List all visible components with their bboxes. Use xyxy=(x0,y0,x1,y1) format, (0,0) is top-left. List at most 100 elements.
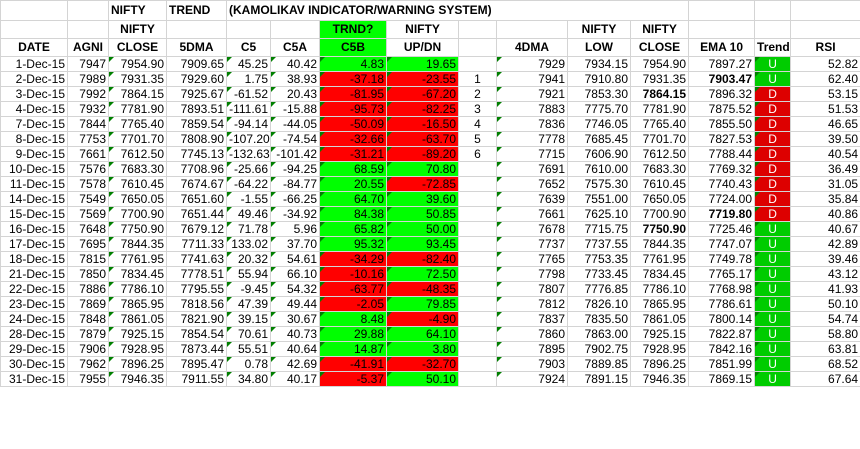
cell-count[interactable] xyxy=(458,311,497,327)
cell-updn[interactable]: 50.00 xyxy=(386,221,459,237)
cell-5dma[interactable]: 7795.55 xyxy=(166,281,227,297)
cell-agni[interactable]: 7989 xyxy=(67,71,109,87)
cell-date[interactable]: 15-Dec-15 xyxy=(0,206,68,222)
cell-count[interactable] xyxy=(458,371,497,387)
cell-trend[interactable]: U xyxy=(754,311,792,327)
cell-5dma[interactable]: 7873.44 xyxy=(166,341,227,357)
cell-rsi[interactable]: 39.46 xyxy=(790,251,860,267)
cell-4dma[interactable]: 7903 xyxy=(496,356,568,372)
cell-trend[interactable]: U xyxy=(754,356,792,372)
cell-trend[interactable]: D xyxy=(754,116,792,132)
cell-c5[interactable]: 70.61 xyxy=(226,326,271,342)
cell-nifty-close-2[interactable]: 7864.15 xyxy=(629,86,690,102)
cell-4dma[interactable]: 7652 xyxy=(496,176,568,192)
cell-nifty-close-2[interactable]: 7925.15 xyxy=(629,326,690,342)
cell-rsi[interactable]: 58.80 xyxy=(790,326,860,342)
cell-c5[interactable]: 34.80 xyxy=(226,371,271,387)
cell-rsi[interactable]: 41.93 xyxy=(790,281,860,297)
cell-c5b[interactable]: 20.55 xyxy=(319,176,387,192)
cell[interactable] xyxy=(226,20,271,39)
cell-agni[interactable]: 7695 xyxy=(67,236,109,252)
cell-date[interactable]: 21-Dec-15 xyxy=(0,266,68,282)
cell-c5a[interactable]: 42.69 xyxy=(270,356,320,372)
cell-ema10[interactable]: 7749.78 xyxy=(688,251,756,267)
cell-c5[interactable]: 55.51 xyxy=(226,341,271,357)
cell-ema10[interactable]: 7768.98 xyxy=(688,281,756,297)
cell-5dma[interactable]: 7808.90 xyxy=(166,131,227,147)
cell-nifty-close-2[interactable]: 7861.05 xyxy=(629,311,690,327)
cell-nifty-low[interactable]: 7685.45 xyxy=(567,131,631,147)
cell[interactable] xyxy=(790,20,860,39)
cell-5dma[interactable]: 7708.96 xyxy=(166,161,227,177)
cell-nifty-close[interactable]: 7701.70 xyxy=(108,131,167,147)
cell-rsi[interactable]: 67.64 xyxy=(790,371,860,387)
cell-nifty-close[interactable]: 7834.45 xyxy=(108,266,167,282)
cell-4dma[interactable]: 7798 xyxy=(496,266,568,282)
cell-date[interactable]: 23-Dec-15 xyxy=(0,296,68,312)
header-updn-top[interactable]: NIFTY xyxy=(386,20,459,39)
cell-nifty-close[interactable]: 7896.25 xyxy=(108,356,167,372)
cell-nifty-low[interactable]: 7863.00 xyxy=(567,326,631,342)
cell-rsi[interactable]: 31.05 xyxy=(790,176,860,192)
cell-c5a[interactable]: 40.42 xyxy=(270,56,320,72)
cell[interactable] xyxy=(754,20,792,39)
cell-nifty-low[interactable]: 7746.05 xyxy=(567,116,631,132)
cell-nifty-low[interactable]: 7776.85 xyxy=(567,281,631,297)
cell-c5b[interactable]: -34.29 xyxy=(319,251,387,267)
cell-nifty-low[interactable]: 7934.15 xyxy=(567,56,631,72)
header-close2-top[interactable]: NIFTY xyxy=(629,20,690,39)
cell-rsi[interactable]: 39.50 xyxy=(790,131,860,147)
cell-date[interactable]: 7-Dec-15 xyxy=(0,116,68,132)
cell-agni[interactable]: 7549 xyxy=(67,191,109,207)
cell-nifty-close-2[interactable]: 7701.70 xyxy=(629,131,690,147)
cell-count[interactable] xyxy=(458,206,497,222)
cell-rsi[interactable]: 46.65 xyxy=(790,116,860,132)
cell-agni[interactable]: 7569 xyxy=(67,206,109,222)
cell-trend[interactable]: U xyxy=(754,236,792,252)
cell-updn[interactable]: 39.60 xyxy=(386,191,459,207)
cell-c5[interactable]: -107.20 xyxy=(226,131,271,147)
cell-4dma[interactable]: 7895 xyxy=(496,341,568,357)
cell-4dma[interactable]: 7661 xyxy=(496,206,568,222)
cell-agni[interactable]: 7932 xyxy=(67,101,109,117)
cell-count[interactable] xyxy=(458,236,497,252)
cell-5dma[interactable]: 7711.33 xyxy=(166,236,227,252)
cell[interactable] xyxy=(496,20,568,39)
cell-5dma[interactable]: 7821.90 xyxy=(166,311,227,327)
cell-trend[interactable]: U xyxy=(754,56,792,72)
cell-c5a[interactable]: 40.17 xyxy=(270,371,320,387)
cell-ema10[interactable]: 7788.44 xyxy=(688,146,756,162)
cell-5dma[interactable]: 7651.60 xyxy=(166,191,227,207)
cell-nifty-low[interactable]: 7610.00 xyxy=(567,161,631,177)
cell[interactable] xyxy=(688,0,756,21)
cell-nifty-close[interactable]: 7612.50 xyxy=(108,146,167,162)
cell-c5b[interactable]: -41.91 xyxy=(319,356,387,372)
cell-updn[interactable]: 50.85 xyxy=(386,206,459,222)
cell-ema10[interactable]: 7827.53 xyxy=(688,131,756,147)
cell-ema10[interactable]: 7855.50 xyxy=(688,116,756,132)
cell-nifty-close[interactable]: 7865.95 xyxy=(108,296,167,312)
cell-count[interactable]: 5 xyxy=(458,131,497,147)
cell-agni[interactable]: 7906 xyxy=(67,341,109,357)
cell-c5a[interactable]: 40.64 xyxy=(270,341,320,357)
cell-c5[interactable]: -9.45 xyxy=(226,281,271,297)
cell-updn[interactable]: 70.80 xyxy=(386,161,459,177)
cell-c5a[interactable]: 40.73 xyxy=(270,326,320,342)
cell-count[interactable]: 3 xyxy=(458,101,497,117)
cell-nifty-close-2[interactable]: 7610.45 xyxy=(629,176,690,192)
cell-agni[interactable]: 7753 xyxy=(67,131,109,147)
cell-nifty-low[interactable]: 7606.90 xyxy=(567,146,631,162)
header-4dma[interactable]: 4DMA xyxy=(496,38,568,57)
cell-c5a[interactable]: -15.88 xyxy=(270,101,320,117)
cell-date[interactable]: 18-Dec-15 xyxy=(0,251,68,267)
title-trend[interactable]: TREND xyxy=(166,0,227,21)
cell-updn[interactable]: -63.70 xyxy=(386,131,459,147)
cell-4dma[interactable]: 7929 xyxy=(496,56,568,72)
cell-c5b[interactable]: 29.88 xyxy=(319,326,387,342)
cell-5dma[interactable]: 7854.54 xyxy=(166,326,227,342)
cell-count[interactable] xyxy=(458,341,497,357)
header-close-top[interactable]: NIFTY xyxy=(108,20,167,39)
cell-nifty-close[interactable]: 7761.95 xyxy=(108,251,167,267)
header-rsi[interactable]: RSI xyxy=(790,38,860,57)
cell-c5b[interactable]: 65.82 xyxy=(319,221,387,237)
